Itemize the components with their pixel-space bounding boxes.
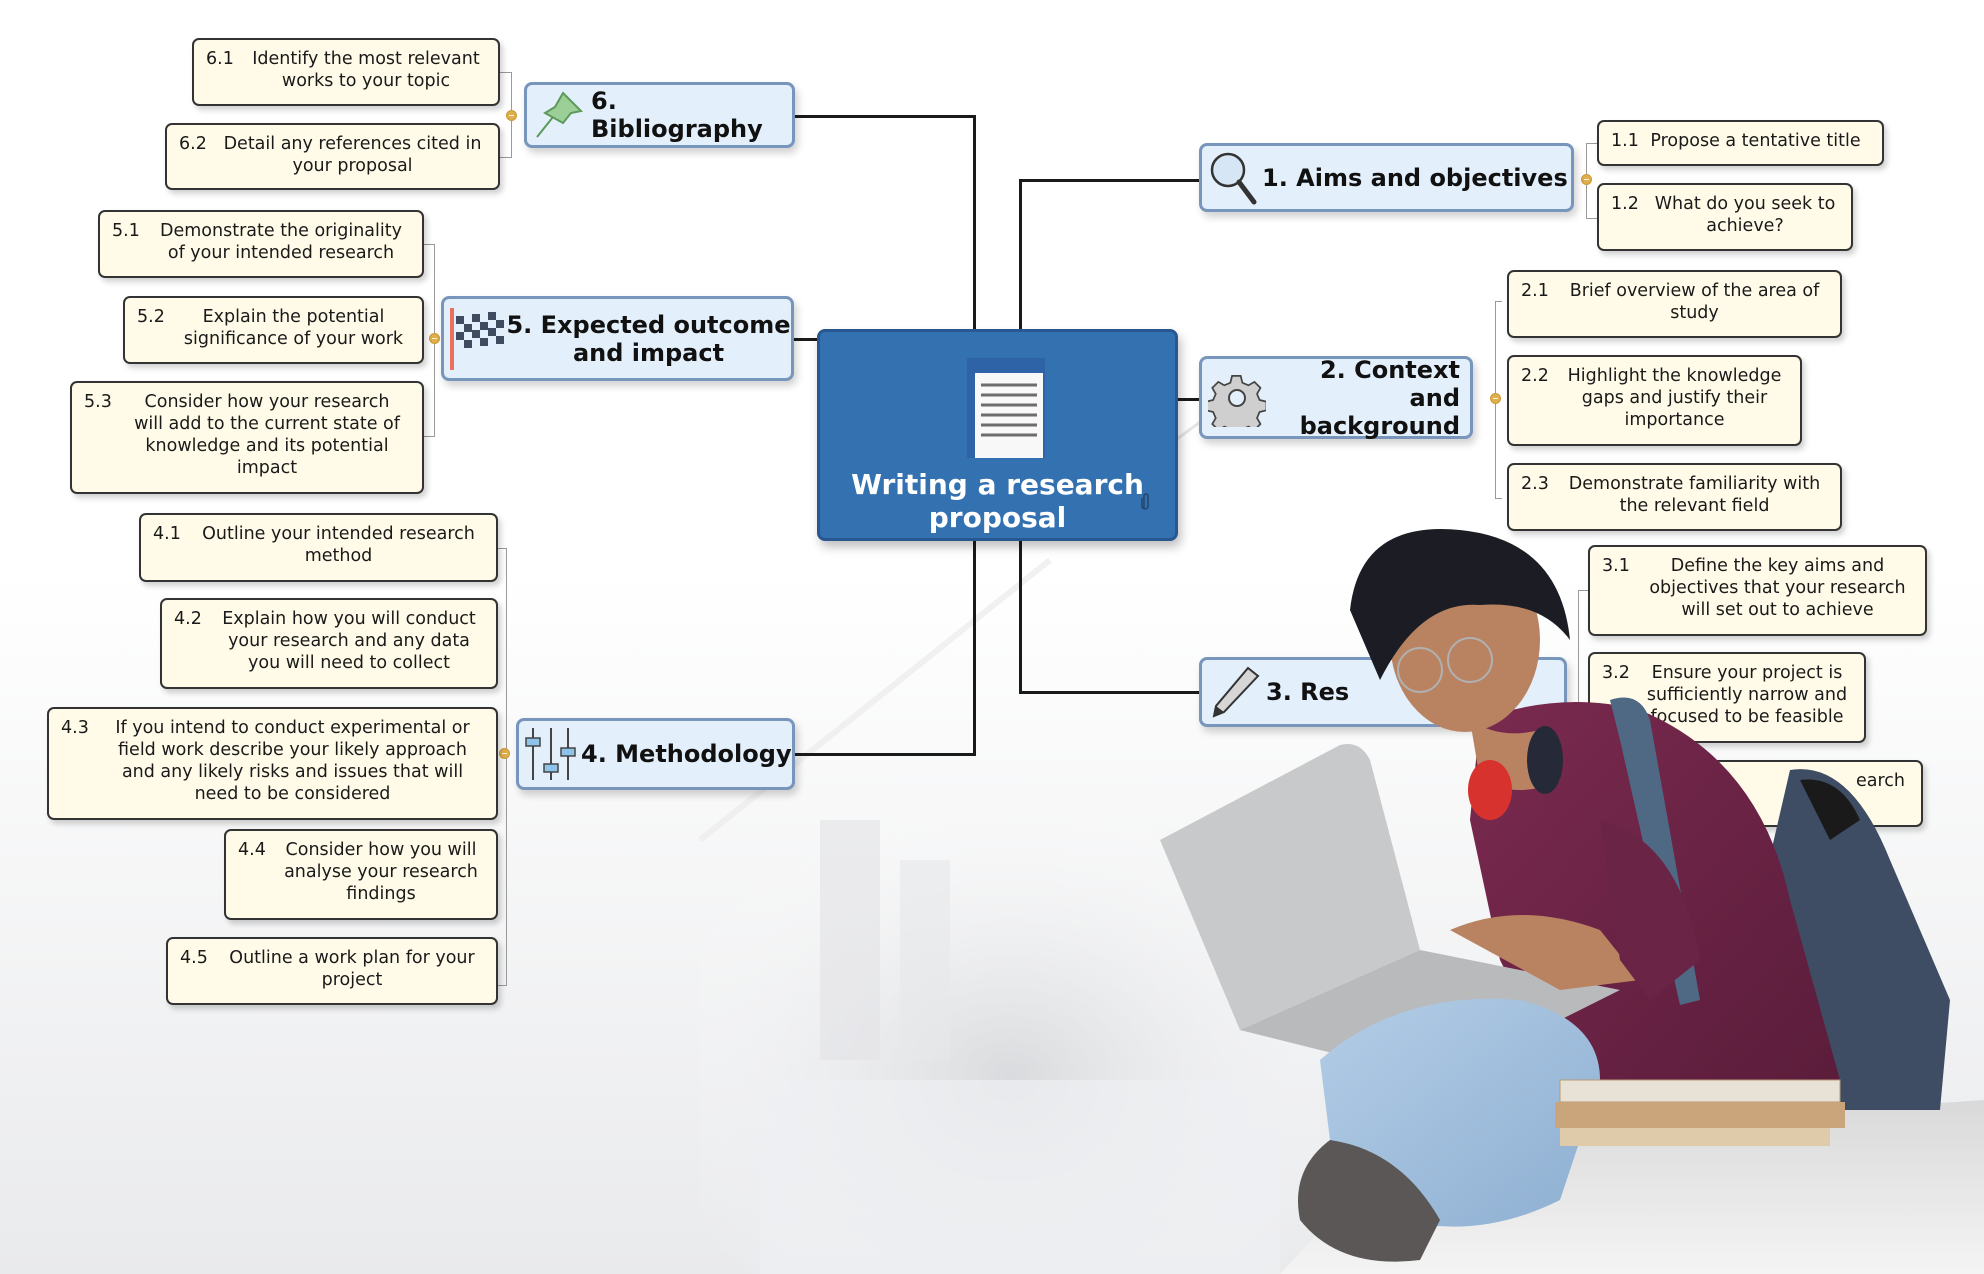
- connector-aims: [1019, 179, 1202, 332]
- central-topic-title: Writing a research proposal: [851, 468, 1144, 534]
- collapse-toggle-aims[interactable]: [1581, 174, 1592, 185]
- connector-context: [1178, 398, 1199, 401]
- subtopic-3-1[interactable]: 3.1 Define the key aims and objectives th…: [1588, 545, 1927, 636]
- topic-context-background[interactable]: 2. Context and background: [1199, 355, 1473, 440]
- subtopic-2-3[interactable]: 2.3 Demonstrate familiarity with the rele…: [1507, 463, 1842, 531]
- gear-icon: [1208, 369, 1266, 427]
- topic-bibliography-label: 6. Bibliography: [591, 87, 763, 143]
- subtopic-3-2[interactable]: 3.2 Ensure your project is sufficiently n…: [1588, 652, 1866, 743]
- bracket-methodology: [498, 548, 507, 986]
- topic-aims-objectives[interactable]: 1. Aims and objectives: [1199, 143, 1574, 212]
- topic-bibliography[interactable]: 6. Bibliography: [524, 82, 795, 148]
- connector-methodology: [795, 541, 976, 756]
- topic-expected-outcome[interactable]: 5. Expected outcome and impact: [441, 296, 794, 381]
- connector-research: [1019, 541, 1202, 694]
- subtopic-5-2[interactable]: 5.2 Explain the potential significance of…: [123, 296, 424, 364]
- subtopic-6-2[interactable]: 6.2 Detail any references cited in your p…: [165, 123, 500, 190]
- subtopic-4-4[interactable]: 4.4 Consider how you will analyse your re…: [224, 829, 498, 920]
- collapse-toggle-expected-outcome[interactable]: [429, 333, 440, 344]
- connector-bibliography: [795, 115, 976, 332]
- topic-expected-outcome-label: 5. Expected outcome and impact: [506, 310, 791, 367]
- subtopic-6-1[interactable]: 6.1 Identify the most relevant works to y…: [192, 38, 500, 106]
- subtopic-2-2[interactable]: 2.2 Highlight the knowledge gaps and just…: [1507, 355, 1802, 446]
- topic-methodology-label: 4. Methodology: [581, 740, 792, 768]
- checkered-flag-icon: [448, 306, 506, 372]
- subtopic-4-2[interactable]: 4.2 Explain how you will conduct your res…: [160, 598, 498, 689]
- topic-research-label: 3. Res: [1266, 678, 1350, 706]
- subtopic-1-2[interactable]: 1.2 What do you seek to achieve?: [1597, 183, 1853, 251]
- subtopic-4-3[interactable]: 4.3 If you intend to conduct experimenta…: [47, 707, 498, 820]
- pushpin-icon: [533, 89, 587, 141]
- collapse-toggle-methodology[interactable]: [499, 748, 510, 759]
- subtopic-5-1[interactable]: 5.1 Demonstrate the originality of your i…: [98, 210, 424, 278]
- topic-context-background-label: 2. Context and background: [1299, 355, 1460, 440]
- collapse-toggle-bibliography[interactable]: [506, 110, 517, 121]
- pencil-icon: [1208, 664, 1262, 720]
- sliders-icon: [525, 726, 579, 782]
- document-icon: [967, 358, 1045, 458]
- magnifier-icon: [1208, 150, 1260, 206]
- topic-research[interactable]: 3. Res: [1199, 657, 1567, 727]
- collapse-toggle-context[interactable]: [1490, 393, 1501, 404]
- topic-aims-objectives-label: 1. Aims and objectives: [1262, 163, 1568, 192]
- subtopic-4-1[interactable]: 4.1 Outline your intended research method: [139, 513, 498, 582]
- subtopic-5-3[interactable]: 5.3 Consider how your research will add t…: [70, 381, 424, 494]
- subtopic-4-5[interactable]: 4.5 Outline a work plan for your project: [166, 937, 498, 1005]
- connector-expected-outcome: [794, 338, 817, 341]
- subtopic-3-3[interactable]: earch: [1710, 760, 1923, 827]
- paperclip-icon[interactable]: [1141, 492, 1151, 510]
- topic-methodology[interactable]: 4. Methodology: [516, 718, 795, 790]
- subtopic-2-1[interactable]: 2.1 Brief overview of the area of study: [1507, 270, 1842, 338]
- central-topic[interactable]: Writing a research proposal: [817, 329, 1178, 541]
- subtopic-1-1[interactable]: 1.1 Propose a tentative title: [1597, 120, 1884, 166]
